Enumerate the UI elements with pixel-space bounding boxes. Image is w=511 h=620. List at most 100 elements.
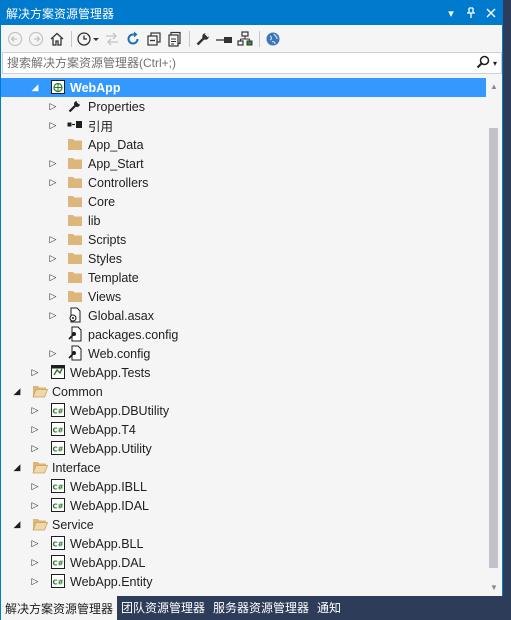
tree-item-entity[interactable]: ▷ C# WebApp.Entity	[1, 572, 486, 591]
history-icon[interactable]	[76, 29, 100, 49]
tree-item-web-config[interactable]: ▷ Web.config	[1, 344, 486, 363]
svg-text:C#: C#	[52, 579, 63, 587]
collapse-arrow-icon[interactable]: ◢	[11, 515, 23, 534]
expand-arrow-icon[interactable]: ▷	[47, 268, 59, 287]
solution-folder-open-icon	[32, 459, 48, 475]
tree-label: Template	[88, 270, 139, 285]
collapse-arrow-icon[interactable]: ◢	[11, 458, 23, 477]
tree-item-core[interactable]: Core	[1, 192, 486, 211]
expand-arrow-icon[interactable]: ▷	[29, 401, 41, 420]
toolbar-separator	[189, 30, 190, 47]
tree-item-ibll[interactable]: ▷ C# WebApp.IBLL	[1, 477, 486, 496]
search-box[interactable]: ▾	[2, 52, 502, 74]
solution-folder-open-icon	[32, 516, 48, 532]
collapse-all-icon[interactable]	[145, 29, 163, 49]
tree-item-dbutility[interactable]: ▷ C# WebApp.DBUtility	[1, 401, 486, 420]
search-input[interactable]	[7, 56, 476, 70]
expand-arrow-icon[interactable]: ▷	[29, 420, 41, 439]
expand-arrow-icon[interactable]: ▷	[47, 230, 59, 249]
toolbar	[1, 25, 502, 52]
window-position-dropdown-icon[interactable]: ▾	[442, 4, 460, 22]
scrollbar-thumb[interactable]	[489, 128, 498, 568]
svg-text:C#: C#	[52, 484, 63, 492]
expand-arrow-icon[interactable]: ▷	[29, 477, 41, 496]
vertical-scrollbar[interactable]: ▲ ▼	[486, 78, 502, 596]
expand-arrow-icon[interactable]: ▷	[47, 173, 59, 192]
expand-arrow-icon[interactable]: ▷	[47, 344, 59, 363]
home-icon[interactable]	[48, 29, 66, 49]
search-dropdown-icon[interactable]: ▾	[493, 59, 497, 68]
class-view-icon[interactable]	[236, 29, 254, 49]
panel-title: 解决方案资源管理器	[6, 6, 115, 21]
tree-item-packages-config[interactable]: packages.config	[1, 325, 486, 344]
tree-item-service[interactable]: ◢ Service	[1, 515, 486, 534]
expand-arrow-icon[interactable]: ▷	[29, 439, 41, 458]
tree-item-global-asax[interactable]: ▷ Global.asax	[1, 306, 486, 325]
csharp-project-icon: C#	[50, 535, 66, 551]
show-all-files-icon[interactable]	[166, 29, 184, 49]
tree-label: WebApp	[70, 80, 121, 95]
tree-item-references[interactable]: ▷ 引用	[1, 116, 486, 135]
scroll-up-icon[interactable]: ▲	[486, 78, 502, 95]
folder-icon	[67, 136, 83, 152]
tree-item-properties[interactable]: ▷ Properties	[1, 97, 486, 116]
expand-arrow-icon[interactable]: ▷	[29, 572, 41, 591]
tree-item-controllers[interactable]: ▷ Controllers	[1, 173, 486, 192]
forward-icon[interactable]	[27, 29, 45, 49]
tree-item-utility[interactable]: ▷ C# WebApp.Utility	[1, 439, 486, 458]
tree-item-styles[interactable]: ▷ Styles	[1, 249, 486, 268]
tree-item-app-start[interactable]: ▷ App_Start	[1, 154, 486, 173]
tree-item-interface[interactable]: ◢ Interface	[1, 458, 486, 477]
tab-notifications[interactable]: 通知	[313, 596, 345, 618]
tree-item-bll[interactable]: ▷ C# WebApp.BLL	[1, 534, 486, 553]
tree-label: Scripts	[88, 232, 127, 247]
folder-icon	[67, 231, 83, 247]
tree-item-t4[interactable]: ▷ C# WebApp.T4	[1, 420, 486, 439]
tree-item-lib[interactable]: lib	[1, 211, 486, 230]
expand-arrow-icon[interactable]: ▷	[29, 534, 41, 553]
tree-item-dal[interactable]: ▷ C# WebApp.DAL	[1, 553, 486, 572]
close-icon[interactable]	[482, 4, 500, 22]
browser-link-icon[interactable]	[264, 29, 282, 49]
tree-label: WebApp.T4	[70, 422, 136, 437]
search-icon[interactable]	[476, 55, 490, 72]
tree-label: App_Data	[88, 137, 144, 152]
properties-wrench-icon[interactable]	[194, 29, 212, 49]
tree-label: Web.config	[88, 346, 151, 361]
expand-arrow-icon[interactable]: ▷	[29, 363, 41, 382]
tree-item-template[interactable]: ▷ Template	[1, 268, 486, 287]
svg-text:C#: C#	[52, 427, 63, 435]
tree-item-webapp-tests[interactable]: ▷ WebApp.Tests	[1, 363, 486, 382]
tree-item-views[interactable]: ▷ Views	[1, 287, 486, 306]
collapse-arrow-icon[interactable]: ◢	[11, 382, 23, 401]
expand-arrow-icon[interactable]: ▷	[29, 496, 41, 515]
tree-label: Controllers	[88, 175, 149, 190]
preview-selected-icon[interactable]	[215, 29, 233, 49]
svg-text:C#: C#	[52, 408, 63, 416]
tree-item-webapp[interactable]: ◢ WebApp	[1, 78, 486, 97]
back-icon[interactable]	[6, 29, 24, 49]
svg-text:C#: C#	[52, 560, 63, 568]
refresh-icon[interactable]	[124, 29, 142, 49]
expand-arrow-icon[interactable]: ▷	[47, 97, 59, 116]
tab-team-explorer[interactable]: 团队资源管理器	[117, 596, 209, 618]
tab-server-explorer[interactable]: 服务器资源管理器	[209, 596, 313, 618]
expand-arrow-icon[interactable]: ▷	[47, 306, 59, 325]
tab-solution-explorer[interactable]: 解决方案资源管理器	[0, 596, 118, 620]
test-project-icon	[50, 364, 66, 380]
collapse-arrow-icon[interactable]: ◢	[29, 78, 41, 97]
tree-item-scripts[interactable]: ▷ Scripts	[1, 230, 486, 249]
pin-icon[interactable]	[462, 4, 480, 22]
csharp-project-icon: C#	[50, 573, 66, 589]
search-options[interactable]: ▾	[476, 55, 501, 72]
tree-item-common[interactable]: ◢ Common	[1, 382, 486, 401]
expand-arrow-icon[interactable]: ▷	[47, 287, 59, 306]
sync-icon[interactable]	[103, 29, 121, 49]
tree-item-app-data[interactable]: App_Data	[1, 135, 486, 154]
expand-arrow-icon[interactable]: ▷	[47, 249, 59, 268]
expand-arrow-icon[interactable]: ▷	[47, 154, 59, 173]
scroll-down-icon[interactable]: ▼	[486, 579, 502, 596]
tree-item-idal[interactable]: ▷ C# WebApp.IDAL	[1, 496, 486, 515]
expand-arrow-icon[interactable]: ▷	[47, 116, 59, 135]
expand-arrow-icon[interactable]: ▷	[29, 553, 41, 572]
